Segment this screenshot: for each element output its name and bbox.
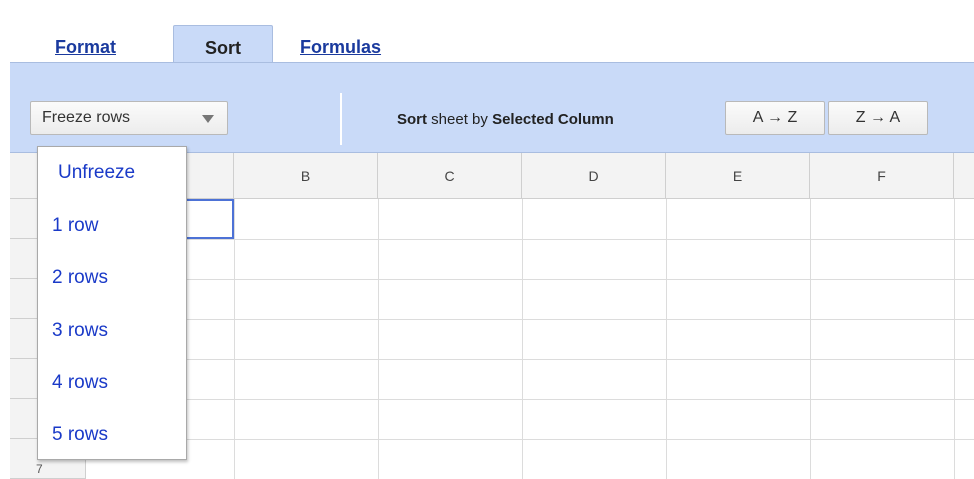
freeze-rows-button[interactable]: Freeze rows bbox=[30, 101, 228, 135]
menu-item-5-rows[interactable]: 5 rows bbox=[38, 415, 186, 455]
grid-line bbox=[86, 359, 974, 360]
toolbar: Freeze rows Sort sheet by Selected Colum… bbox=[10, 63, 974, 152]
grid-line bbox=[378, 199, 379, 479]
column-header-e[interactable]: E bbox=[666, 153, 810, 199]
grid-line bbox=[954, 199, 955, 479]
menu-item-2-rows[interactable]: 2 rows bbox=[38, 258, 186, 298]
sort-z-to-a-button[interactable]: Z → A bbox=[828, 101, 928, 135]
toolbar-separator bbox=[340, 93, 342, 145]
freeze-rows-menu: Unfreeze 1 row 2 rows 3 rows 4 rows 5 ro… bbox=[37, 146, 187, 460]
column-header-d[interactable]: D bbox=[522, 153, 666, 199]
grid-line bbox=[810, 199, 811, 479]
sort-caption: Sort sheet by Selected Column bbox=[397, 111, 614, 128]
grid-line bbox=[86, 399, 974, 400]
sort-a-to-z-button[interactable]: A → Z bbox=[725, 101, 825, 135]
column-header-c[interactable]: C bbox=[378, 153, 522, 199]
grid-line bbox=[86, 279, 974, 280]
tab-format[interactable]: Format bbox=[55, 31, 116, 63]
dropdown-arrow-icon bbox=[202, 115, 214, 123]
grid-line bbox=[86, 319, 974, 320]
freeze-rows-label: Freeze rows bbox=[42, 109, 131, 126]
tab-formulas[interactable]: Formulas bbox=[300, 31, 381, 63]
menu-item-4-rows[interactable]: 4 rows bbox=[38, 363, 186, 403]
column-header-b[interactable]: B bbox=[234, 153, 378, 199]
menu-item-unfreeze[interactable]: Unfreeze bbox=[38, 153, 186, 193]
selected-cell-a1[interactable] bbox=[184, 199, 234, 239]
spreadsheet-window: Format Sort Formulas Freeze rows Sort sh… bbox=[0, 0, 974, 479]
column-header-g[interactable] bbox=[954, 153, 974, 199]
sheet-by-text: sheet by bbox=[431, 111, 488, 128]
grid-line bbox=[86, 239, 974, 240]
sort-word: Sort bbox=[397, 111, 427, 128]
grid-line bbox=[86, 439, 974, 440]
grid-line bbox=[666, 199, 667, 479]
grid-line bbox=[234, 199, 235, 479]
grid-line bbox=[522, 199, 523, 479]
column-header-f[interactable]: F bbox=[810, 153, 954, 199]
menu-item-1-row[interactable]: 1 row bbox=[38, 206, 186, 246]
selected-column-text: Selected Column bbox=[492, 111, 614, 128]
tab-strip: Format Sort Formulas bbox=[10, 8, 974, 72]
menu-item-3-rows[interactable]: 3 rows bbox=[38, 311, 186, 351]
